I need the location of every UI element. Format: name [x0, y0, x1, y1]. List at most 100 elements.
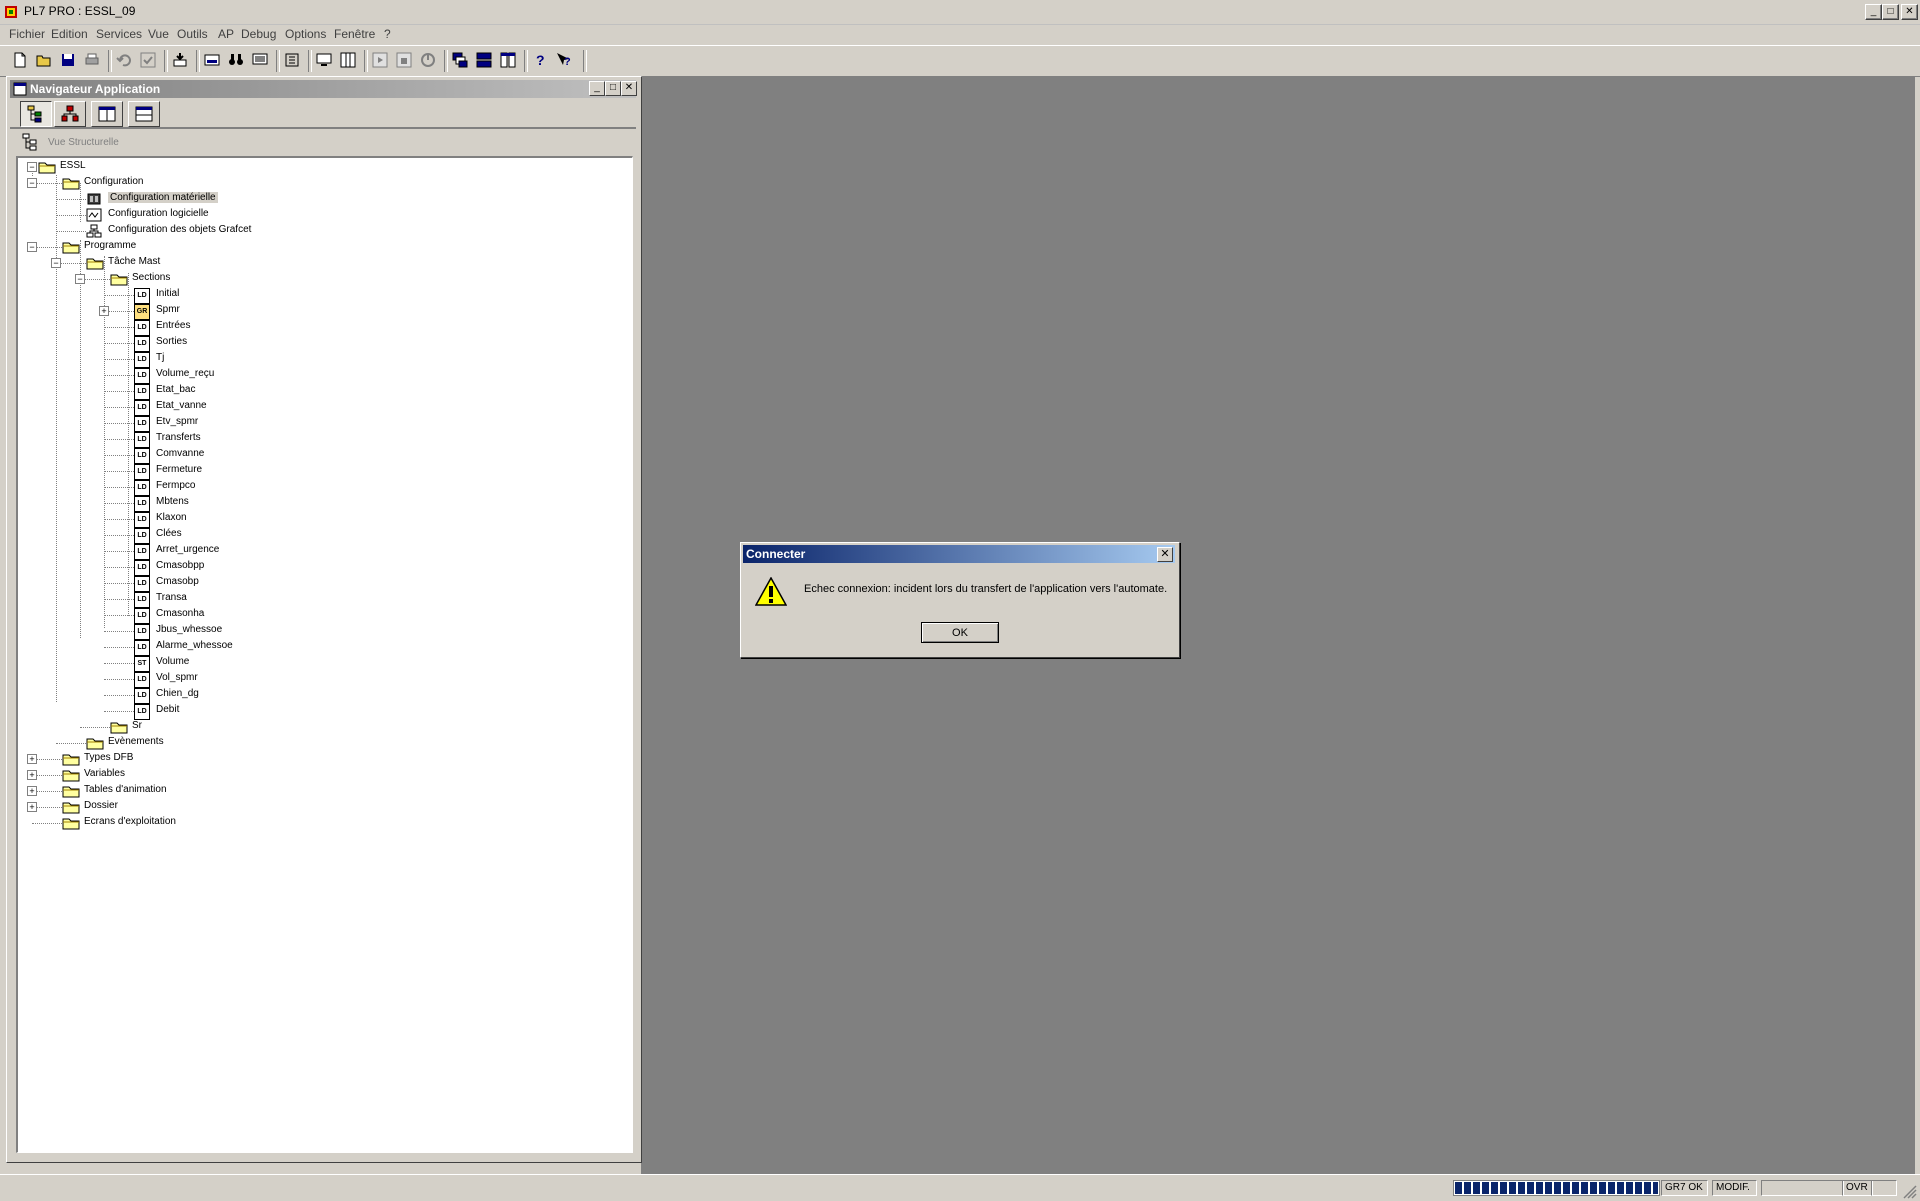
tree-node-section[interactable]: Comvanne	[156, 448, 204, 459]
print-icon[interactable]	[81, 49, 103, 71]
tile-horizontal-icon[interactable]	[473, 49, 495, 71]
context-help-icon[interactable]: ?	[553, 49, 575, 71]
menu-outils[interactable]: Outils	[177, 27, 208, 41]
tree-node-section[interactable]: Alarme_whessoe	[156, 640, 233, 651]
init-icon[interactable]	[417, 49, 439, 71]
menu-vue[interactable]: Vue	[148, 27, 169, 41]
tree-node-configuration-materielle[interactable]: Configuration matérielle	[108, 192, 218, 203]
config-icon[interactable]	[281, 49, 303, 71]
tree-node-sr[interactable]: Sr	[132, 720, 142, 731]
tree-node-section[interactable]: Klaxon	[156, 512, 187, 523]
tree-node-section[interactable]: Tj	[156, 352, 164, 363]
edit-icon[interactable]	[201, 49, 223, 71]
functional-view-button[interactable]	[54, 101, 86, 127]
collapse-icon[interactable]: −	[27, 162, 37, 172]
undo-icon[interactable]	[113, 49, 135, 71]
tree-node-section[interactable]: Transa	[156, 592, 187, 603]
new-file-icon[interactable]	[9, 49, 31, 71]
tree-node-configuration[interactable]: Configuration	[84, 176, 143, 187]
tree-node-folder[interactable]: Ecrans d'exploitation	[84, 816, 176, 827]
open-folder-icon[interactable]	[33, 49, 55, 71]
expand-icon[interactable]: +	[27, 754, 37, 764]
tree-node-folder[interactable]: Tables d'animation	[84, 784, 167, 795]
menu-fichier[interactable]: Fichier	[9, 27, 45, 41]
ladder-section-icon: LD	[134, 464, 150, 480]
tree-node-section[interactable]: Etat_vanne	[156, 400, 207, 411]
tree-node-section[interactable]: Vol_spmr	[156, 672, 198, 683]
menu-help[interactable]: ?	[384, 27, 391, 41]
tree-node-section[interactable]: Volume	[156, 656, 189, 667]
menu-fenetre[interactable]: Fenêtre	[334, 27, 375, 41]
expand-icon[interactable]: +	[27, 770, 37, 780]
tree-node-section[interactable]: Fermeture	[156, 464, 202, 475]
tree-node-programme[interactable]: Programme	[84, 240, 136, 251]
tree-node-folder[interactable]: Types DFB	[84, 752, 133, 763]
tree-node-section[interactable]: Etat_bac	[156, 384, 195, 395]
tree-node-section[interactable]: Initial	[156, 288, 179, 299]
columns-icon[interactable]	[337, 49, 359, 71]
tree-node-section[interactable]: Transferts	[156, 432, 201, 443]
vertical-split-button[interactable]	[91, 101, 123, 127]
tree-node-configuration-logicielle[interactable]: Configuration logicielle	[108, 208, 209, 219]
expand-icon[interactable]: +	[27, 802, 37, 812]
tile-vertical-icon[interactable]	[497, 49, 519, 71]
tree-node-section[interactable]: Cmasobp	[156, 576, 199, 587]
screen-icon[interactable]	[249, 49, 271, 71]
tree-node-section[interactable]: Cmasonha	[156, 608, 204, 619]
tree-node-section[interactable]: Volume_reçu	[156, 368, 214, 379]
tree-line	[104, 647, 134, 648]
tree-node-section[interactable]: Sorties	[156, 336, 187, 347]
menu-debug[interactable]: Debug	[241, 27, 276, 41]
tree-node-section[interactable]: Arret_urgence	[156, 544, 219, 555]
tree-node-configuration-grafcet[interactable]: Configuration des objets Grafcet	[108, 224, 251, 235]
collapse-icon[interactable]: −	[51, 258, 61, 268]
ok-button[interactable]: OK	[921, 622, 999, 643]
help-icon[interactable]: ?	[529, 49, 551, 71]
menu-services[interactable]: Services	[96, 27, 142, 41]
expand-icon[interactable]: +	[99, 306, 109, 316]
minimize-button[interactable]: _	[1865, 4, 1882, 20]
binoculars-icon[interactable]	[225, 49, 247, 71]
navigator-minimize-button[interactable]: _	[589, 81, 605, 96]
monitor-icon[interactable]	[313, 49, 335, 71]
menu-edition[interactable]: Edition	[51, 27, 88, 41]
horizontal-split-button[interactable]	[128, 101, 160, 127]
collapse-icon[interactable]: −	[27, 178, 37, 188]
tree-node-section[interactable]: Entrées	[156, 320, 190, 331]
structural-view-button[interactable]	[20, 101, 52, 127]
tree-node-section[interactable]: Etv_spmr	[156, 416, 198, 427]
tree-node-sections[interactable]: Sections	[132, 272, 170, 283]
tree-node-section[interactable]: Spmr	[156, 304, 180, 315]
stop-icon[interactable]	[393, 49, 415, 71]
dialog-close-button[interactable]: ✕	[1157, 547, 1173, 562]
navigator-maximize-button[interactable]: □	[605, 81, 621, 96]
expand-icon[interactable]: +	[27, 786, 37, 796]
collapse-icon[interactable]: −	[75, 274, 85, 284]
tree-node-tache-mast[interactable]: Tâche Mast	[108, 256, 160, 267]
menu-options[interactable]: Options	[285, 27, 326, 41]
tree-node-evenements[interactable]: Evènements	[108, 736, 164, 747]
close-button[interactable]: ✕	[1901, 4, 1918, 20]
resize-grip-icon[interactable]	[1903, 1185, 1917, 1199]
tree-node-section[interactable]: Debit	[156, 704, 179, 715]
ladder-section-icon: LD	[134, 384, 150, 400]
tree-node-section[interactable]: Mbtens	[156, 496, 189, 507]
tree-node-section[interactable]: Fermpco	[156, 480, 195, 491]
tree-node-folder[interactable]: Dossier	[84, 800, 118, 811]
tree-node-section[interactable]: Chien_dg	[156, 688, 199, 699]
tree-node-section[interactable]: Clées	[156, 528, 182, 539]
tree-line	[104, 471, 134, 472]
tree-node-section[interactable]: Jbus_whessoe	[156, 624, 222, 635]
menu-ap[interactable]: AP	[218, 27, 234, 41]
collapse-icon[interactable]: −	[27, 242, 37, 252]
tree-node-essl[interactable]: ESSL	[60, 160, 86, 171]
save-icon[interactable]	[57, 49, 79, 71]
run-icon[interactable]	[369, 49, 391, 71]
transfer-icon[interactable]	[169, 49, 191, 71]
maximize-button[interactable]: □	[1882, 4, 1899, 20]
tree-node-section[interactable]: Cmasobpp	[156, 560, 204, 571]
navigator-close-button[interactable]: ✕	[621, 81, 637, 96]
tree-node-folder[interactable]: Variables	[84, 768, 125, 779]
cascade-icon[interactable]	[449, 49, 471, 71]
validate-icon[interactable]	[137, 49, 159, 71]
